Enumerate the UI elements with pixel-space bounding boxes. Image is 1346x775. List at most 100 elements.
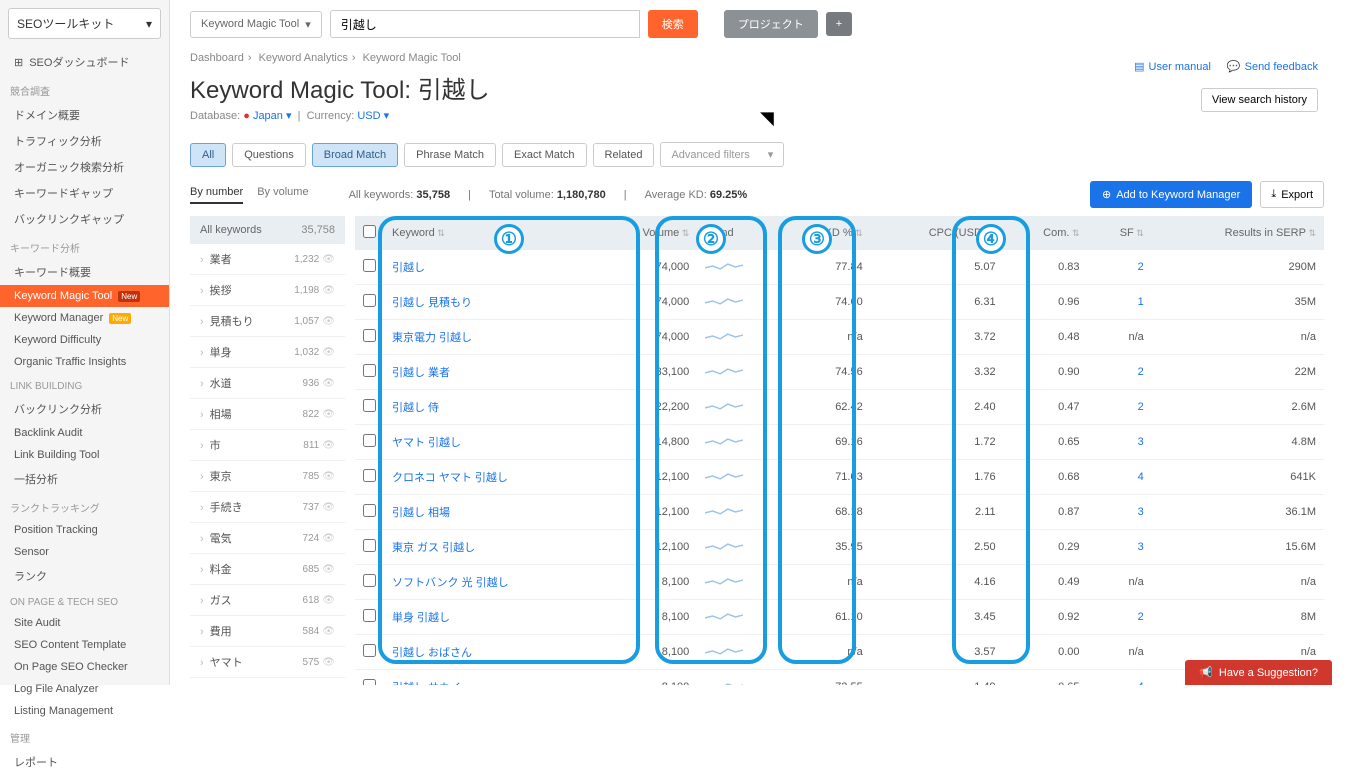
view-history-button[interactable]: View search history (1201, 88, 1318, 112)
suggestion-button[interactable]: 📢Have a Suggestion? (1185, 660, 1332, 685)
sidebar-item[interactable]: Sensor (0, 541, 169, 563)
row-checkbox[interactable] (363, 294, 376, 307)
group-item[interactable]: ›東京785 👁 (190, 461, 345, 492)
sf-link[interactable]: 2 (1138, 366, 1144, 378)
sidebar-item[interactable]: ランク (0, 563, 169, 589)
keyword-link[interactable]: 東京電力 引越し (392, 332, 472, 344)
sidebar-item[interactable]: 一括分析 (0, 466, 169, 492)
filter-phrase[interactable]: Phrase Match (404, 143, 496, 167)
sf-link[interactable]: 4 (1138, 681, 1144, 685)
col-keyword[interactable]: Keyword (384, 216, 597, 250)
keyword-link[interactable]: ヤマト 引越し (392, 437, 461, 449)
group-item[interactable]: ›ヤマト575 👁 (190, 647, 345, 678)
keyword-link[interactable]: ソフトバンク 光 引越し (392, 577, 509, 589)
database-selector[interactable]: Japan ▾ (253, 110, 292, 122)
sf-link[interactable]: 2 (1138, 261, 1144, 273)
sidebar-item[interactable]: ドメイン概要 (0, 102, 169, 128)
sf-link[interactable]: 2 (1138, 611, 1144, 623)
project-button[interactable]: プロジェクト (724, 10, 818, 38)
advanced-filters[interactable]: Advanced filters▾ (660, 142, 784, 167)
filter-broad[interactable]: Broad Match (312, 143, 398, 167)
keyword-link[interactable]: 引越し (392, 262, 425, 274)
add-to-manager-button[interactable]: ⊕Add to Keyword Manager (1090, 181, 1252, 208)
sort-by-number[interactable]: By number (190, 186, 243, 204)
sidebar-item[interactable]: On Page SEO Checker (0, 656, 169, 678)
sidebar-item[interactable]: Link Building Tool (0, 444, 169, 466)
filter-questions[interactable]: Questions (232, 143, 306, 167)
sf-link[interactable]: 4 (1138, 471, 1144, 483)
filter-related[interactable]: Related (593, 143, 655, 167)
col-com[interactable]: Com. (1004, 216, 1088, 250)
group-item[interactable]: ›大阪550 👁 (190, 678, 345, 685)
row-checkbox[interactable] (363, 329, 376, 342)
keyword-link[interactable]: 引越し 相場 (392, 507, 450, 519)
group-item[interactable]: ›市811 👁 (190, 430, 345, 461)
currency-selector[interactable]: USD ▾ (357, 110, 389, 122)
keyword-link[interactable]: 引越し 業者 (392, 367, 450, 379)
sidebar-item[interactable]: Position Tracking (0, 519, 169, 541)
col-sf[interactable]: SF (1088, 216, 1152, 250)
bc-dashboard[interactable]: Dashboard (190, 52, 244, 64)
group-item[interactable]: ›ガス618 👁 (190, 585, 345, 616)
row-checkbox[interactable] (363, 644, 376, 657)
sidebar-item[interactable]: オーガニック検索分析 (0, 154, 169, 180)
group-item[interactable]: ›水道936 👁 (190, 368, 345, 399)
keyword-link[interactable]: 引越し 侍 (392, 402, 439, 414)
search-input[interactable] (330, 10, 640, 38)
sidebar-item[interactable]: バックリンク分析 (0, 396, 169, 422)
toolkit-selector[interactable]: SEOツールキット ▾ (8, 8, 161, 39)
tool-selector[interactable]: Keyword Magic Tool ▾ (190, 11, 322, 38)
row-checkbox[interactable] (363, 609, 376, 622)
group-item[interactable]: ›手続き737 👁 (190, 492, 345, 523)
sidebar-item[interactable]: Keyword Manager New (0, 307, 169, 329)
export-button[interactable]: ⤓Export (1260, 181, 1324, 208)
sf-link[interactable]: 1 (1138, 296, 1144, 308)
sidebar-item[interactable]: キーワード概要 (0, 259, 169, 285)
group-item[interactable]: ›料金685 👁 (190, 554, 345, 585)
sidebar-item[interactable]: Backlink Audit (0, 422, 169, 444)
keyword-link[interactable]: クロネコ ヤマト 引越し (392, 472, 508, 484)
sidebar-item[interactable]: レポート (0, 749, 169, 775)
add-project-button[interactable]: + (826, 12, 852, 36)
user-manual-link[interactable]: ▤User manual (1134, 60, 1211, 73)
col-cpc[interactable]: CPC (USD) (871, 216, 1004, 250)
row-checkbox[interactable] (363, 539, 376, 552)
sidebar-item[interactable]: トラフィック分析 (0, 128, 169, 154)
row-checkbox[interactable] (363, 469, 376, 482)
group-item[interactable]: ›挨拶1,198 👁 (190, 275, 345, 306)
sidebar-item[interactable]: Listing Management (0, 700, 169, 722)
keyword-link[interactable]: 単身 引越し (392, 612, 450, 624)
group-item[interactable]: ›費用584 👁 (190, 616, 345, 647)
sf-link[interactable]: 3 (1138, 506, 1144, 518)
group-item[interactable]: ›単身1,032 👁 (190, 337, 345, 368)
col-kd[interactable]: KD % (784, 216, 871, 250)
row-checkbox[interactable] (363, 504, 376, 517)
filter-exact[interactable]: Exact Match (502, 143, 587, 167)
sidebar-item[interactable]: Organic Traffic Insights (0, 351, 169, 373)
sidebar-item[interactable]: SEO Content Template (0, 634, 169, 656)
row-checkbox[interactable] (363, 434, 376, 447)
keyword-link[interactable]: 引越し おばさん (392, 647, 472, 659)
groups-header[interactable]: All keywords 35,758 (190, 216, 345, 244)
sidebar-item[interactable]: バックリンクギャップ (0, 206, 169, 232)
row-checkbox[interactable] (363, 574, 376, 587)
group-item[interactable]: ›見積もり1,057 👁 (190, 306, 345, 337)
select-all-checkbox[interactable] (363, 225, 376, 238)
group-item[interactable]: ›相場822 👁 (190, 399, 345, 430)
row-checkbox[interactable] (363, 364, 376, 377)
col-results[interactable]: Results in SERP (1152, 216, 1324, 250)
group-item[interactable]: ›電気724 👁 (190, 523, 345, 554)
col-trend[interactable]: Trend (697, 216, 784, 250)
sidebar-item[interactable]: キーワードギャップ (0, 180, 169, 206)
col-volume[interactable]: Volume (597, 216, 698, 250)
row-checkbox[interactable] (363, 399, 376, 412)
sf-link[interactable]: 2 (1138, 401, 1144, 413)
sidebar-item[interactable]: Keyword Magic Tool New (0, 285, 169, 307)
group-item[interactable]: ›業者1,232 👁 (190, 244, 345, 275)
row-checkbox[interactable] (363, 259, 376, 272)
keyword-link[interactable]: 東京 ガス 引越し (392, 542, 475, 554)
sidebar-item[interactable]: Site Audit (0, 612, 169, 634)
bc-analytics[interactable]: Keyword Analytics (259, 52, 348, 64)
search-button[interactable]: 検索 (648, 10, 698, 38)
sort-by-volume[interactable]: By volume (257, 186, 308, 204)
